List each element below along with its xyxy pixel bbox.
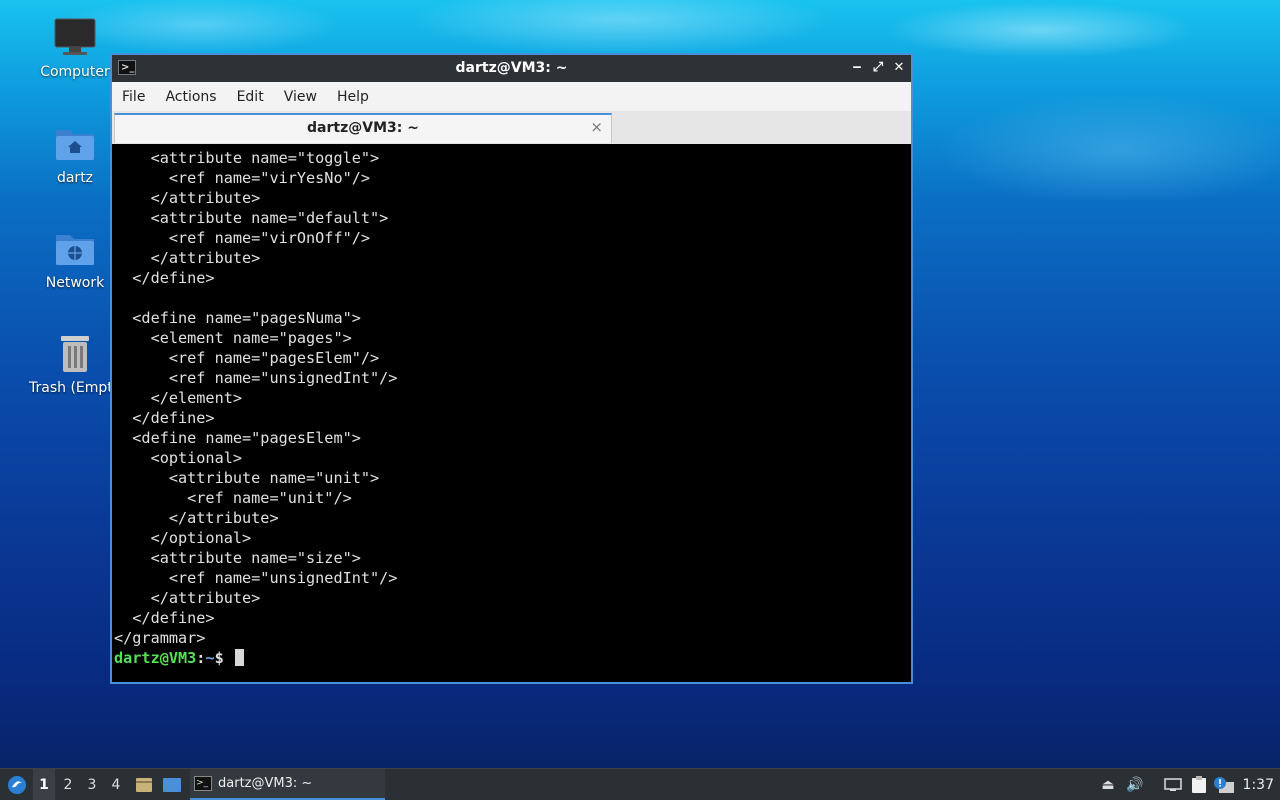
taskbar: 1 2 3 4 >_ dartz@VM3: ~ ⏏ 🔊 1:37 (0, 768, 1280, 800)
tab-close-icon[interactable]: × (590, 118, 603, 136)
desktop-icon-computer[interactable]: Computer (27, 16, 123, 80)
workspace-4[interactable]: 4 (105, 769, 127, 800)
volume-icon[interactable]: 🔊 (1124, 769, 1146, 800)
workspace-2[interactable]: 2 (57, 769, 79, 800)
maximize-button[interactable]: ⤢ (870, 59, 886, 77)
prompt-directory: ~ (205, 649, 215, 667)
desktop-icon-label: dartz (56, 170, 94, 186)
menu-bar: File Actions Edit View Help (112, 82, 911, 111)
show-desktop-button[interactable] (160, 769, 184, 800)
desktop-icon-network[interactable]: Network (27, 227, 123, 291)
tab-terminal[interactable]: dartz@VM3: ~ × (114, 113, 612, 143)
file-manager-launcher[interactable] (133, 769, 155, 800)
menu-actions[interactable]: Actions (155, 89, 226, 105)
terminal-output[interactable]: <attribute name="toggle"> <ref name="vir… (112, 144, 911, 682)
file-manager-icon (136, 777, 152, 792)
lubuntu-logo-icon (8, 775, 26, 794)
desktop-icon-label: Network (45, 275, 105, 291)
minimize-button[interactable]: ‒ (849, 59, 865, 77)
desktop-icon (163, 777, 181, 792)
desktop-icon-home[interactable]: dartz (27, 122, 123, 186)
tray-eject-icon[interactable]: ⏏ (1097, 769, 1119, 800)
window-title: dartz@VM3: ~ (455, 60, 568, 76)
terminal-text: <attribute name="toggle"> <ref name="vir… (114, 149, 398, 647)
prompt-symbol: $ (214, 649, 233, 667)
monitor-icon (53, 16, 97, 60)
menu-help[interactable]: Help (327, 89, 379, 105)
terminal-window[interactable]: >_ dartz@VM3: ~ ‒ ⤢ ✕ File Actions Edit … (110, 53, 913, 684)
workspace-3[interactable]: 3 (81, 769, 103, 800)
home-folder-icon (53, 122, 97, 166)
network-folder-icon (53, 227, 97, 271)
prompt-user-host: dartz@VM3 (114, 649, 197, 667)
network-tray-icon[interactable] (1162, 769, 1184, 800)
text-cursor (234, 649, 244, 666)
terminal-task-icon: >_ (194, 776, 212, 791)
workspace-1[interactable]: 1 (33, 769, 55, 800)
update-notifier-icon[interactable] (1213, 769, 1235, 800)
menu-view[interactable]: View (274, 89, 327, 105)
clipboard-icon[interactable] (1188, 769, 1210, 800)
window-titlebar[interactable]: >_ dartz@VM3: ~ ‒ ⤢ ✕ (112, 55, 911, 82)
desktop-icon-label: Computer (40, 64, 110, 80)
terminal-prompt: dartz@VM3:~$ (112, 648, 911, 668)
tab-bar: dartz@VM3: ~ × (112, 111, 911, 145)
menu-file[interactable]: File (112, 89, 155, 105)
clock[interactable]: 1:37 (1243, 769, 1274, 800)
menu-edit[interactable]: Edit (227, 89, 274, 105)
trash-icon (53, 332, 97, 376)
start-menu-button[interactable] (4, 769, 30, 800)
tab-title: dartz@VM3: ~ (307, 120, 419, 136)
close-button[interactable]: ✕ (891, 59, 907, 77)
taskbar-task-label: dartz@VM3: ~ (218, 776, 313, 791)
taskbar-task-terminal[interactable]: >_ dartz@VM3: ~ (190, 769, 385, 800)
